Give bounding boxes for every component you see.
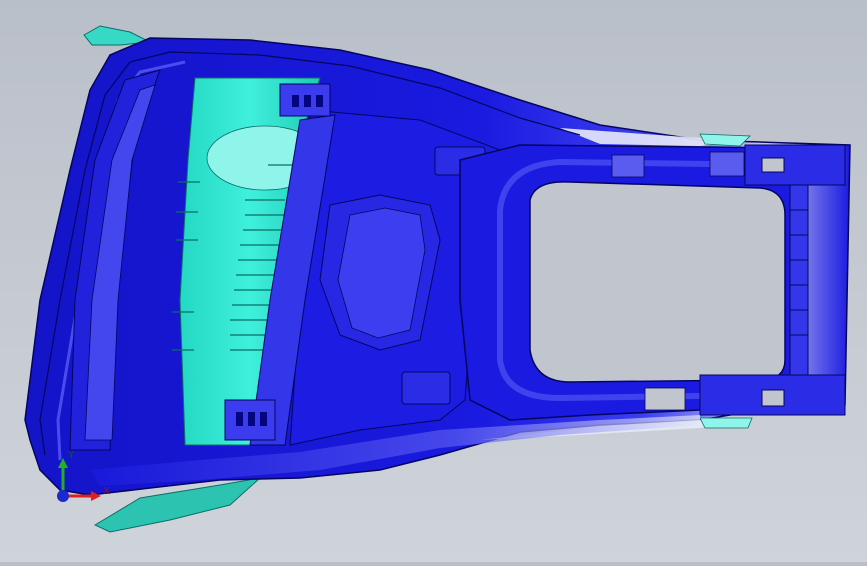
coordinate-triad: Y X [48,448,118,518]
bottom-pad [644,387,686,411]
top-pad [611,154,645,178]
shifter-opening [529,181,786,383]
y-axis-arrowhead [58,458,68,468]
boss-bottom [401,371,451,405]
graphics-viewport[interactable]: Y X [0,0,867,562]
right-rail [789,184,809,376]
bottom-flange-cyan [699,417,753,429]
y-axis-label: Y [67,450,75,461]
storage-pocket-inner [337,207,426,339]
x-axis-label: X [103,486,110,497]
bracket-hole-bottom [761,389,785,407]
top-pad-2 [709,151,745,177]
x-axis-arrowhead [91,491,101,501]
bracket-hole-top [761,157,785,173]
right-bracket [744,144,846,186]
model-view[interactable] [0,0,867,562]
z-axis-dot [57,490,69,502]
